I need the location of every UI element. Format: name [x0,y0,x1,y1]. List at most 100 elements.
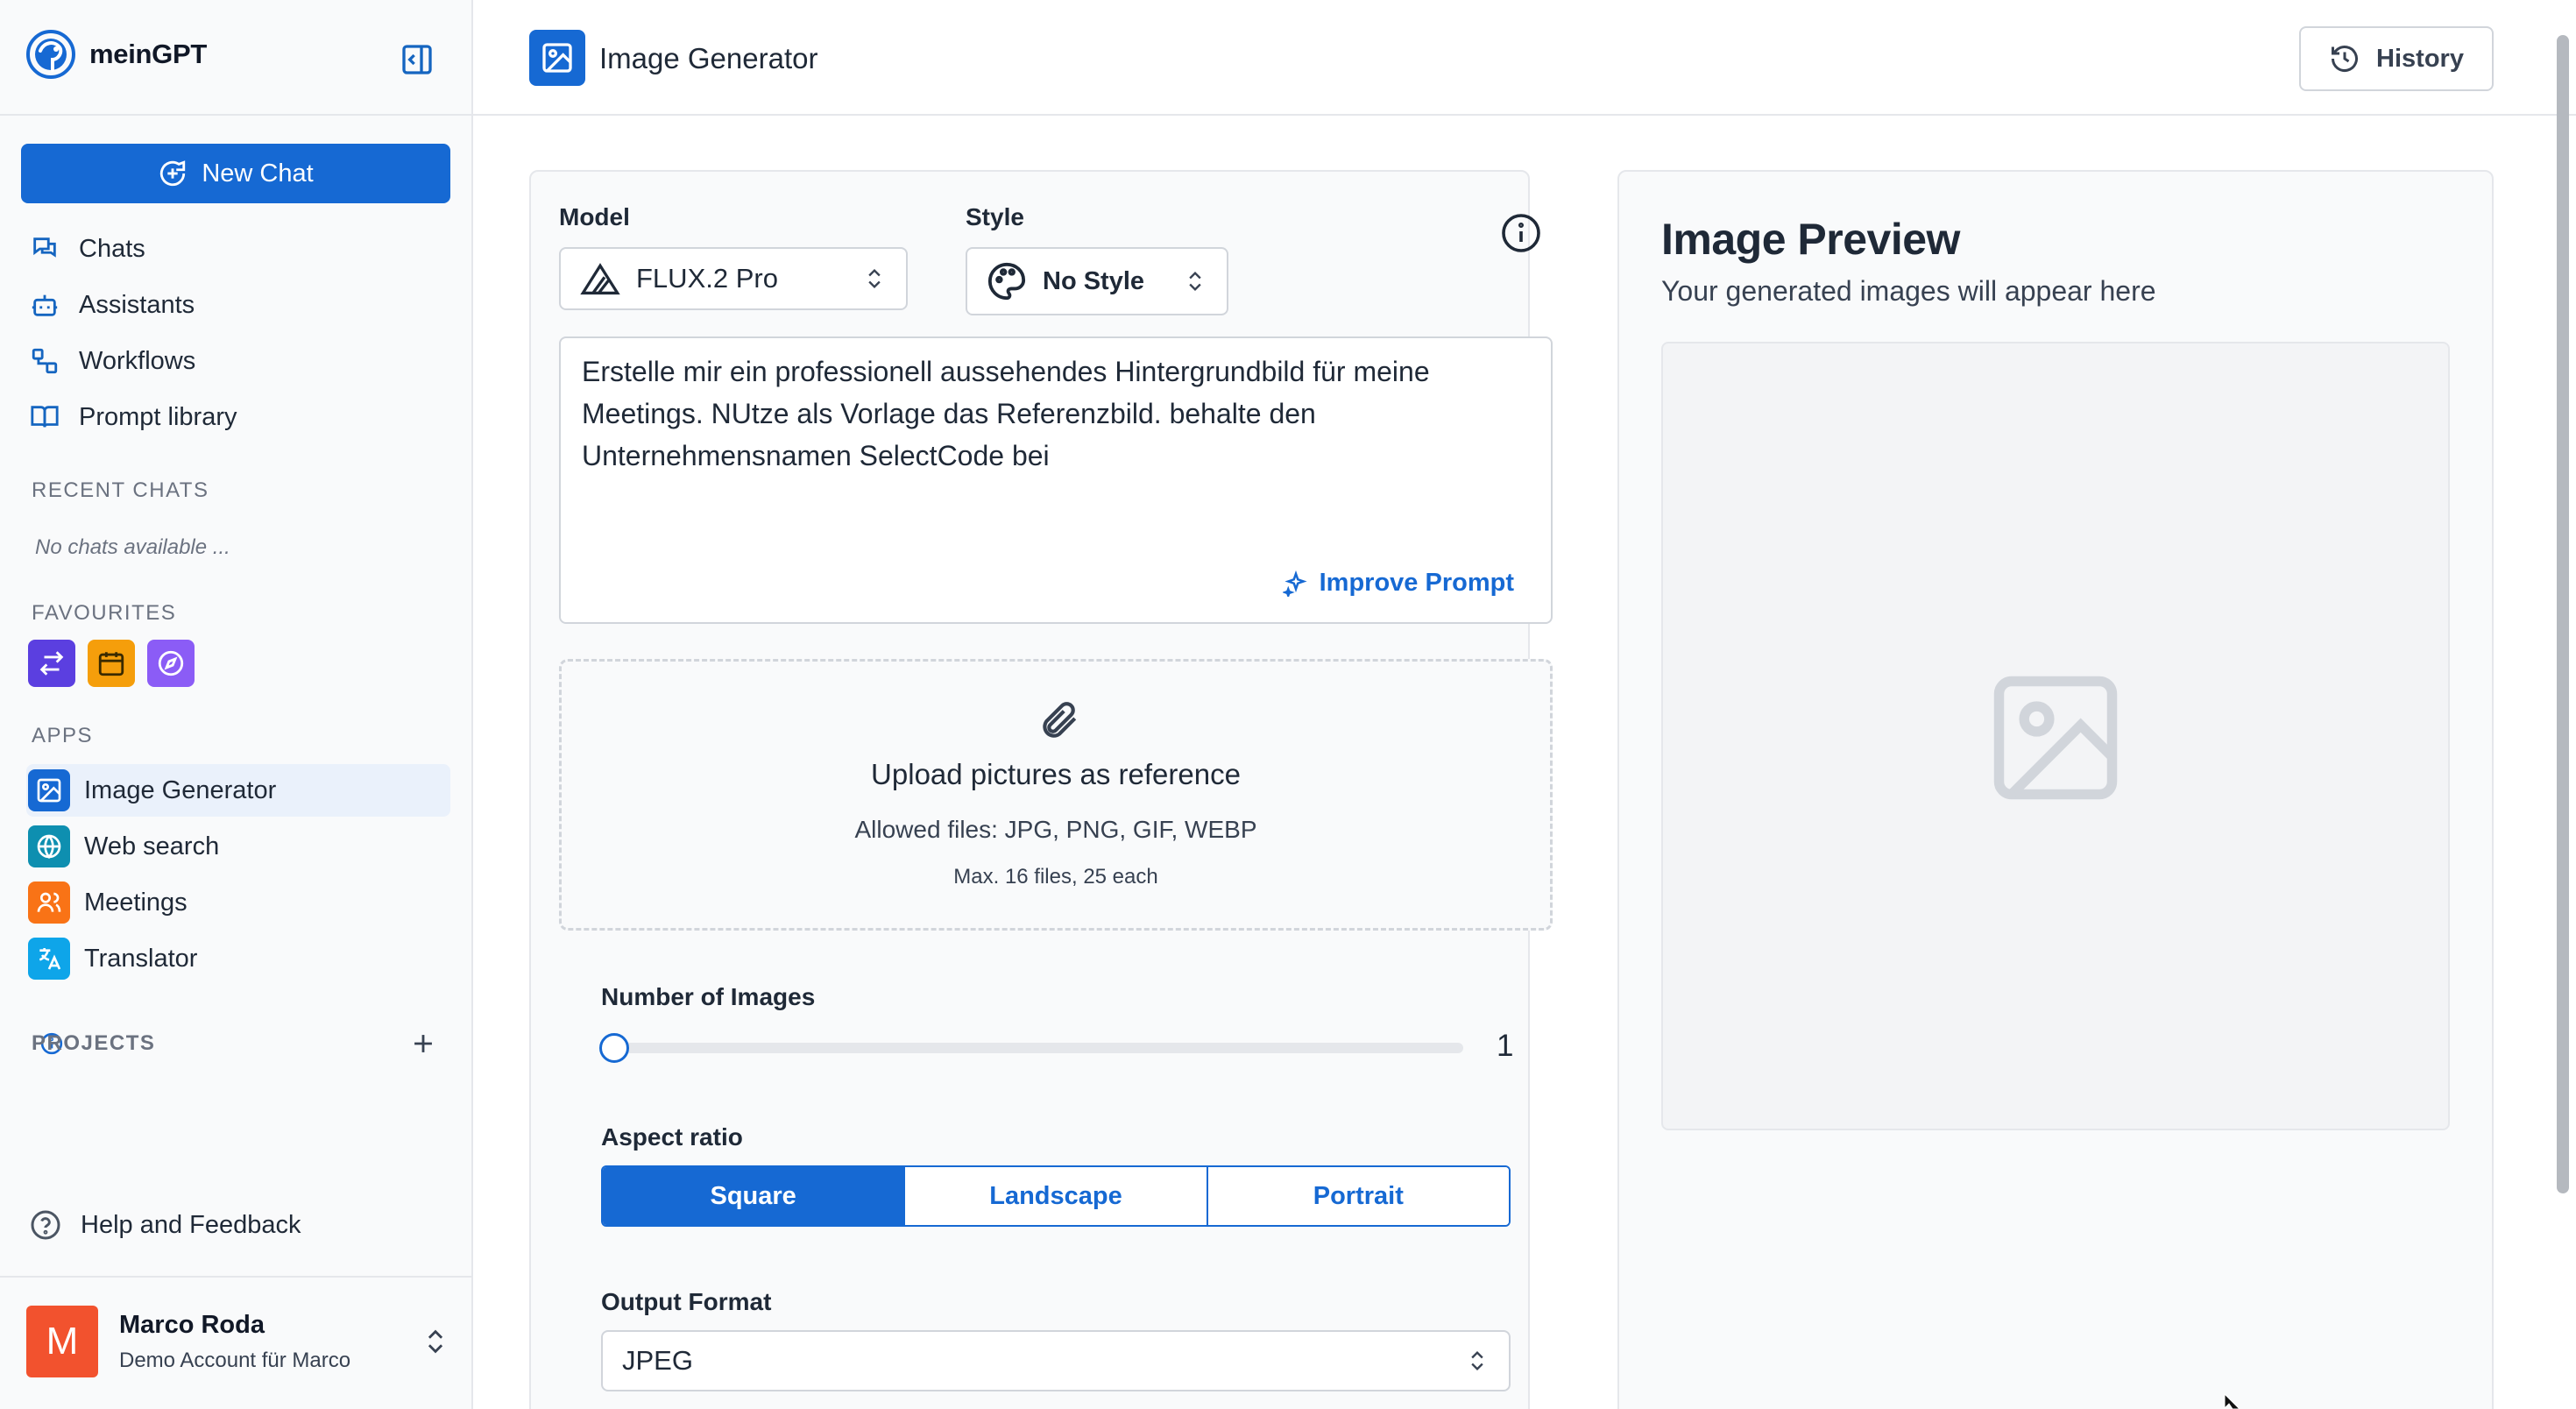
translate-icon [28,938,70,980]
book-icon [31,406,59,428]
collapse-sidebar-icon[interactable] [400,42,435,77]
scrollbar[interactable] [2557,35,2569,1193]
app-item-meetings[interactable]: Meetings [26,876,450,929]
style-value: No Style [1043,266,1145,295]
model-value: FLUX.2 Pro [636,263,778,294]
image-placeholder-icon [1993,676,2118,800]
brand-name: meinGPT [89,39,207,69]
app-item-web-search[interactable]: Web search [26,820,450,873]
num-images-value: 1 [1497,1029,1514,1063]
upload-dropzone[interactable]: Upload pictures as reference Allowed fil… [559,659,1553,931]
app-label: Web search [84,832,220,860]
flux-logo-icon [580,263,620,295]
nav-item-assistants[interactable]: Assistants [21,277,450,333]
nav-item-chats[interactable]: Chats [21,221,450,277]
aspect-square-button[interactable]: Square [603,1167,906,1225]
aspect-landscape-button[interactable]: Landscape [905,1167,1208,1225]
prompt-textarea[interactable]: Erstelle mir ein professionell aussehend… [559,336,1553,624]
nav-item-workflows[interactable]: Workflows [21,333,450,389]
chevron-up-down-icon [1471,1351,1483,1370]
workflow-icon [32,348,58,374]
projects-section: PROJECTS [32,1029,438,1059]
mouse-cursor-icon [2224,1393,2240,1409]
paperclip-icon [1043,702,1077,738]
num-images-slider[interactable] [613,1043,1463,1053]
projects-heading: PROJECTS [32,1031,156,1055]
apps-heading: APPS [32,724,94,747]
user-menu[interactable]: M Marco Roda Demo Account für Marco [26,1306,450,1377]
help-feedback-link[interactable]: Help and Feedback [30,1209,301,1241]
favourite-item[interactable] [88,640,135,687]
image-icon [529,30,585,86]
history-icon [2332,46,2359,73]
avatar: M [26,1306,98,1377]
palette-icon [987,262,1026,301]
plus-circle-icon [160,160,186,187]
chats-icon [33,237,56,258]
aspect-portrait-button[interactable]: Portrait [1207,1167,1509,1225]
nav-label: Chats [79,234,145,263]
meingpt-logo-icon [26,30,75,79]
aspect-ratio-toggle: Square Landscape Portrait [601,1165,1511,1227]
style-select[interactable]: No Style [966,247,1228,315]
preview-subtitle: Your generated images will appear here [1661,275,2156,307]
add-project-icon[interactable] [408,1029,438,1059]
swap-arrows-icon [39,651,64,676]
favourite-item[interactable] [147,640,195,687]
app-label: Meetings [84,888,188,917]
slider-thumb[interactable] [599,1033,629,1063]
bot-icon [32,294,58,316]
history-label: History [2376,44,2464,73]
compass-icon [158,650,184,676]
nav-label: Assistants [79,290,195,319]
calendar-icon [98,652,124,676]
upload-title: Upload pictures as reference [871,758,1241,790]
history-button[interactable]: History [2299,26,2494,91]
sidebar: meinGPT New Chat Chats Assistants Workfl… [0,0,473,1409]
help-label: Help and Feedback [81,1210,301,1239]
nav-label: Workflows [79,346,196,375]
improve-prompt-label: Improve Prompt [1319,569,1514,597]
page-title: Image Generator [599,42,818,74]
no-chats-text: No chats available ... [35,535,230,559]
user-name: Marco Roda [119,1310,265,1339]
nav-item-prompt-library[interactable]: Prompt library [21,389,450,445]
user-account: Demo Account für Marco [119,1348,351,1372]
chevron-up-down-icon [868,269,881,288]
favourites-heading: FAVOURITES [32,601,177,625]
divider [0,1276,473,1278]
prompt-text: Erstelle mir ein professionell aussehend… [582,356,1430,471]
model-label: Model [559,203,630,230]
improve-prompt-button[interactable]: Improve Prompt [1282,569,1514,598]
brand[interactable]: meinGPT [23,25,207,84]
user-info: Marco Roda Demo Account für Marco [119,1311,350,1373]
globe-icon [28,825,70,867]
header: Image Generator History [473,0,2576,116]
favourite-item[interactable] [28,640,75,687]
preview-title: Image Preview [1661,215,1960,264]
output-format-select[interactable]: JPEG [601,1330,1511,1391]
upload-max: Max. 16 files, 25 each [953,865,1158,889]
output-format-label: Output Format [601,1288,772,1315]
sparkles-icon [1282,570,1307,597]
style-label: Style [966,203,1024,230]
favourites-list [28,640,195,687]
app-window: meinGPT New Chat Chats Assistants Workfl… [0,0,2576,1409]
upload-allowed: Allowed files: JPG, PNG, GIF, WEBP [854,816,1257,843]
help-circle-icon [31,1210,60,1240]
divider [0,114,473,116]
app-item-translator[interactable]: Translator [26,932,450,985]
chevron-up-down-icon [1189,272,1201,291]
model-select[interactable]: FLUX.2 Pro [559,247,908,310]
recent-chats-heading: RECENT CHATS [32,478,209,502]
new-chat-button[interactable]: New Chat [21,144,450,203]
aspect-ratio-label: Aspect ratio [601,1123,743,1151]
new-chat-label: New Chat [202,159,314,188]
output-format-value: JPEG [622,1345,693,1376]
apps-list: Image Generator Web search Meetings Tran… [26,764,450,988]
info-icon[interactable] [1500,212,1542,254]
app-label: Image Generator [84,775,277,804]
nav-label: Prompt library [79,402,237,431]
app-item-image-generator[interactable]: Image Generator [26,764,450,817]
users-icon [28,882,70,924]
